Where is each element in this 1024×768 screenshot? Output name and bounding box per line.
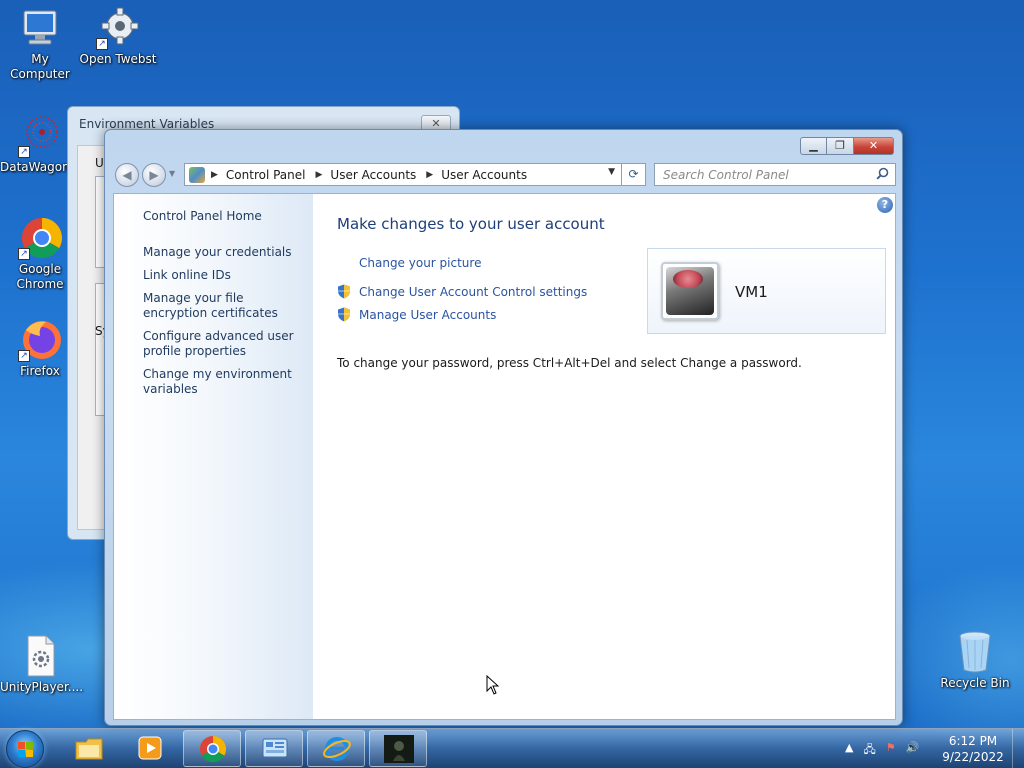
manage-file-encryption-link[interactable]: Manage your file encryption certificates [143,291,303,321]
taskbar-game-app[interactable] [369,730,427,767]
minimize-button[interactable]: ▁ [800,137,827,155]
desktop-icon-label: My Computer [10,52,70,81]
network-icon[interactable]: 🖧 [863,741,875,760]
desktop-icon-my-computer[interactable]: My Computer [0,6,80,82]
breadcrumb-separator-icon[interactable]: ▶ [211,170,218,180]
chrome-icon [200,735,227,763]
shortcut-arrow-icon: ↗ [18,146,30,158]
control-panel-icon [189,166,205,183]
taskbar: ▲ 🖧 ⚑ 🔊 6:12 PM 9/22/2022 [0,728,1024,768]
computer-icon [18,6,62,50]
mouse-cursor-icon [486,675,500,695]
system-tray: ▲ 🖧 ⚑ 🔊 [845,741,919,760]
show-hidden-icons-button[interactable]: ▲ [845,741,853,760]
recycle-bin-icon [953,630,997,674]
change-environment-variables-link[interactable]: Change my environment variables [143,367,303,397]
maximize-button[interactable]: ❐ [827,137,854,155]
manage-user-accounts-link[interactable]: Manage User Accounts [359,308,496,322]
breadcrumb-separator-icon[interactable]: ▶ [426,170,433,180]
link-online-ids-link[interactable]: Link online IDs [143,268,303,283]
firefox-icon: ↗ [18,318,62,362]
address-bar[interactable]: ▶ Control Panel ▶ User Accounts ▶ User A… [184,163,622,186]
breadcrumb-user-accounts[interactable]: User Accounts [330,168,416,182]
back-arrow-icon: ◀ [122,168,132,182]
recent-pages-dropdown[interactable]: ▼ [169,169,175,178]
account-card: VM1 [647,248,886,334]
settings-file-icon [18,634,62,678]
taskbar-explorer[interactable] [60,730,118,767]
breadcrumb-separator-icon[interactable]: ▶ [316,170,323,180]
record-disc-icon [673,270,703,288]
desktop-icon-label: Open Twebst [79,52,157,66]
address-dropdown-icon[interactable]: ▼ [608,167,615,177]
action-center-icon[interactable]: ⚑ [886,741,896,760]
clock-time: 6:12 PM [948,734,998,748]
volume-icon[interactable]: 🔊 [906,741,920,760]
datawagon-icon: ↗ [18,114,62,158]
uac-shield-icon [338,307,350,322]
breadcrumb-user-accounts-current[interactable]: User Accounts [441,168,527,182]
gear-icon: ↗ [96,6,140,50]
left-task-pane: Control Panel Home Manage your credentia… [114,194,313,719]
uac-shield-icon [338,284,350,299]
desktop-icon-label: UnityPlayer.... [0,680,84,694]
start-button[interactable] [6,730,44,768]
taskbar-internet-explorer[interactable] [307,730,365,767]
taskbar-media-player[interactable] [121,730,179,767]
desktop-icon-label: Recycle Bin [940,676,1010,690]
account-picture[interactable] [661,262,719,320]
help-button[interactable]: ? [877,197,893,213]
chrome-icon: ↗ [18,216,62,260]
close-button[interactable]: ✕ [854,137,894,155]
game-app-icon [384,735,414,763]
shortcut-arrow-icon: ↗ [96,38,108,50]
desktop-icon-unityplayer[interactable]: UnityPlayer.... [0,634,84,695]
change-uac-settings-link[interactable]: Change User Account Control settings [359,285,587,299]
refresh-button[interactable]: ⟳ [622,163,646,186]
user-accounts-window[interactable]: ▁ ❐ ✕ ◀ ▶ ▼ ▶ Control Panel ▶ User Accou… [104,129,903,726]
clock-date: 9/22/2022 [942,750,1004,764]
clock[interactable]: 6:12 PM 9/22/2022 [940,733,1006,765]
taskbar-control-panel[interactable] [245,730,303,767]
change-picture-link[interactable]: Change your picture [359,256,481,270]
forward-arrow-icon: ▶ [149,168,159,182]
control-panel-icon [262,738,288,758]
search-placeholder: Search Control Panel [663,168,789,182]
navigation-bar: ◀ ▶ ▼ ▶ Control Panel ▶ User Accounts ▶ … [113,161,896,189]
forward-button[interactable]: ▶ [142,163,166,187]
manage-credentials-link[interactable]: Manage your credentials [143,245,303,260]
shortcut-arrow-icon: ↗ [18,248,30,260]
windows-logo-icon [18,742,34,758]
media-player-icon [138,736,162,760]
search-icon[interactable] [876,167,889,184]
configure-advanced-profile-link[interactable]: Configure advanced user profile properti… [143,329,303,359]
search-input[interactable]: Search Control Panel [654,163,896,186]
account-name: VM1 [735,283,768,301]
shortcut-arrow-icon: ↗ [18,350,30,362]
internet-explorer-icon [323,737,351,761]
taskbar-chrome[interactable] [183,730,241,767]
content-area: Control Panel Home Manage your credentia… [113,193,896,720]
desktop-icon-open-twebst[interactable]: ↗ Open Twebst [78,6,158,67]
control-panel-home-link[interactable]: Control Panel Home [143,209,303,224]
desktop-icon-recycle-bin[interactable]: Recycle Bin [935,630,1015,691]
back-button[interactable]: ◀ [115,163,139,187]
show-desktop-button[interactable] [1012,729,1024,768]
folder-icon [75,738,103,760]
caption-buttons: ▁ ❐ ✕ [800,137,894,155]
password-instructions: To change your password, press Ctrl+Alt+… [337,356,802,370]
page-title: Make changes to your user account [337,215,605,233]
breadcrumb-control-panel[interactable]: Control Panel [226,168,306,182]
